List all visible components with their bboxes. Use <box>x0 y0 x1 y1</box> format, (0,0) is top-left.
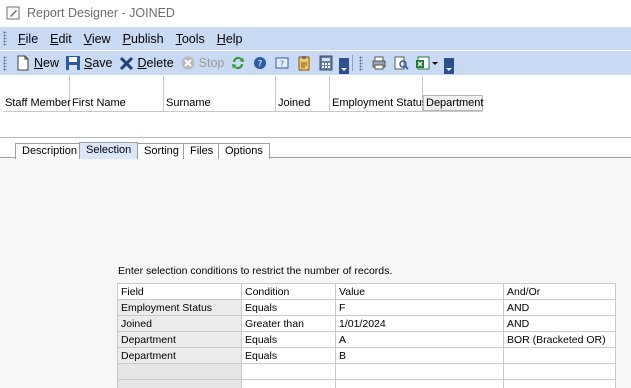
field-cell[interactable]: Department <box>117 331 242 348</box>
help-button[interactable]: ? <box>249 53 271 73</box>
value-cell[interactable] <box>335 379 504 388</box>
toolbar: New Save Delete Stop ? ? <box>0 51 631 75</box>
title-bar: Report Designer - JOINED <box>0 0 631 26</box>
toolbar2-overflow-button[interactable] <box>444 58 455 74</box>
print-button[interactable] <box>368 53 390 73</box>
table-row[interactable]: Department Equals B <box>117 347 616 364</box>
table-row[interactable] <box>117 363 616 380</box>
selection-instruction: Enter selection conditions to restrict t… <box>118 265 393 277</box>
tab-strip: Description Selection Sorting Files Opti… <box>0 141 631 159</box>
about-icon: ? <box>275 57 289 69</box>
condition-cell[interactable]: Greater than <box>241 315 336 332</box>
refresh-button[interactable] <box>227 53 249 73</box>
print-icon <box>372 56 386 70</box>
grid-header-row: Field Condition Value And/Or <box>117 283 616 300</box>
tab-files[interactable]: Files <box>183 143 221 159</box>
table-row[interactable] <box>117 379 616 388</box>
menu-publish[interactable]: Publish <box>117 32 170 46</box>
menu-help[interactable]: Help <box>211 32 249 46</box>
save-disk-icon <box>66 56 81 70</box>
field-cell[interactable]: Department <box>117 347 242 364</box>
condition-cell[interactable] <box>241 379 336 388</box>
toolbar-separator <box>352 55 354 71</box>
preview-column-header[interactable]: Department <box>423 95 483 111</box>
condition-cell[interactable]: Equals <box>241 299 336 316</box>
table-row[interactable]: Department Equals A BOR (Bracketed OR) <box>117 331 616 348</box>
excel-icon <box>416 56 430 70</box>
field-cell[interactable] <box>117 379 242 388</box>
menu-tools[interactable]: Tools <box>170 32 211 46</box>
toolbar-grip[interactable] <box>3 55 7 71</box>
and-or-cell[interactable]: BOR (Bracketed OR) <box>503 331 616 348</box>
tab-options[interactable]: Options <box>218 143 270 159</box>
condition-cell[interactable]: Equals <box>241 347 336 364</box>
condition-cell[interactable] <box>241 363 336 380</box>
header-value[interactable]: Value <box>335 283 504 300</box>
chevron-down-icon <box>432 62 439 65</box>
and-or-cell[interactable] <box>503 347 616 364</box>
print-preview-button[interactable] <box>390 53 412 73</box>
clipboard-icon <box>298 56 310 71</box>
tab-sorting[interactable]: Sorting <box>137 143 186 159</box>
field-cell[interactable]: Employment Status <box>117 299 242 316</box>
toolbar2-grip[interactable] <box>359 55 364 71</box>
menu-edit[interactable]: Edit <box>44 32 78 46</box>
preview-column-header[interactable]: Staff Member <box>3 76 71 112</box>
and-or-cell[interactable] <box>503 379 616 388</box>
and-or-cell[interactable] <box>503 363 616 380</box>
field-cell[interactable]: Joined <box>117 315 242 332</box>
header-condition[interactable]: Condition <box>241 283 336 300</box>
about-button[interactable]: ? <box>271 53 293 73</box>
refresh-icon <box>232 57 245 69</box>
delete-x-icon <box>119 56 133 71</box>
tab-selection[interactable]: Selection <box>79 142 139 159</box>
report-designer-icon <box>6 6 20 20</box>
preview-column-header[interactable]: Employment Status <box>330 76 427 112</box>
menu-bar: File Edit View Publish Tools Help <box>0 27 631 50</box>
report-preview: Staff Member First Name Surname Joined E… <box>0 76 631 138</box>
save-button[interactable]: Save <box>62 53 116 73</box>
tab-description[interactable]: Description <box>15 143 85 159</box>
export-excel-button[interactable] <box>412 53 442 73</box>
menubar-grip[interactable] <box>3 31 7 46</box>
value-cell[interactable]: 1/01/2024 <box>335 315 504 332</box>
and-or-cell[interactable]: AND <box>503 315 616 332</box>
value-cell[interactable] <box>335 363 504 380</box>
field-cell[interactable] <box>117 363 242 380</box>
and-or-cell[interactable]: AND <box>503 299 616 316</box>
value-cell[interactable]: F <box>335 299 504 316</box>
preview-column-header[interactable]: Joined <box>276 76 330 112</box>
svg-text:?: ? <box>280 60 284 69</box>
table-row[interactable]: Joined Greater than 1/01/2024 AND <box>117 315 616 332</box>
value-cell[interactable]: B <box>335 347 504 364</box>
header-and-or[interactable]: And/Or <box>503 283 616 300</box>
selection-panel: Enter selection conditions to restrict t… <box>0 159 631 388</box>
print-preview-icon <box>394 56 410 70</box>
delete-button[interactable]: Delete <box>116 53 177 73</box>
clipboard-button[interactable] <box>293 53 315 73</box>
value-cell[interactable]: A <box>335 331 504 348</box>
menu-view[interactable]: View <box>78 32 117 46</box>
svg-text:?: ? <box>258 60 263 70</box>
table-row[interactable]: Employment Status Equals F AND <box>117 299 616 316</box>
new-button[interactable]: New <box>12 53 62 73</box>
preview-column-header[interactable]: First Name <box>70 76 164 112</box>
preview-column-header[interactable]: Surname <box>164 76 276 112</box>
new-document-icon <box>17 55 29 71</box>
header-field[interactable]: Field <box>117 283 242 300</box>
stop-icon <box>181 56 195 70</box>
condition-cell[interactable]: Equals <box>241 331 336 348</box>
help-icon: ? <box>254 57 267 70</box>
calculator-icon <box>319 55 333 71</box>
toolbar-overflow-button[interactable] <box>339 58 350 74</box>
selection-conditions-grid: Field Condition Value And/Or Employment … <box>117 283 616 388</box>
stop-button[interactable]: Stop <box>177 53 228 73</box>
calculator-button[interactable] <box>315 53 337 73</box>
window-title: Report Designer - JOINED <box>27 6 175 20</box>
preview-column-headers: Staff Member First Name Surname Joined E… <box>3 76 483 112</box>
menu-file[interactable]: File <box>12 32 44 46</box>
